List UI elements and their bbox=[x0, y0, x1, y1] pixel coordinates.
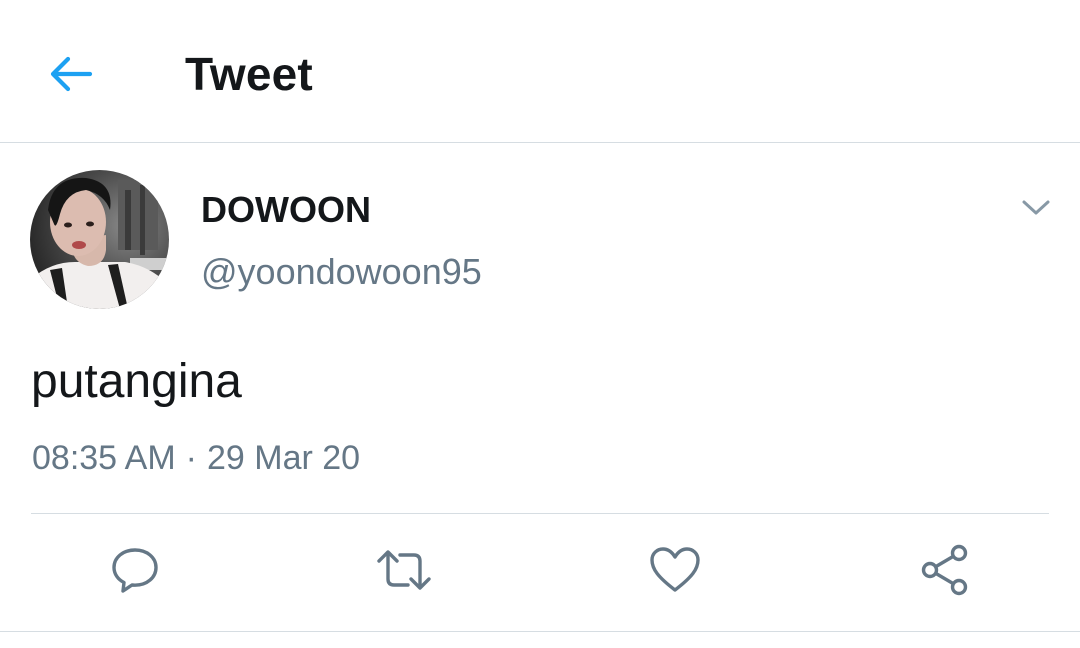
retweet-button[interactable] bbox=[374, 540, 434, 600]
author-display-name[interactable]: DOWOON bbox=[201, 188, 371, 232]
author-handle[interactable]: @yoondowoon95 bbox=[201, 250, 482, 294]
chevron-down-icon bbox=[1022, 200, 1050, 215]
back-button[interactable] bbox=[42, 46, 100, 102]
share-button[interactable] bbox=[915, 540, 975, 600]
timestamp-separator: · bbox=[185, 439, 197, 477]
divider bbox=[0, 631, 1080, 632]
page-title: Tweet bbox=[185, 48, 313, 100]
retweet-icon bbox=[377, 550, 431, 590]
tweet-timestamp: 08:35 AM · 29 Mar 20 bbox=[32, 436, 360, 480]
top-app-bar: Tweet bbox=[0, 0, 1080, 143]
tweet-text: putangina bbox=[31, 355, 242, 408]
reply-button[interactable] bbox=[105, 540, 165, 600]
arrow-left-icon bbox=[50, 56, 93, 92]
heart-icon bbox=[650, 547, 700, 592]
avatar[interactable] bbox=[30, 170, 169, 309]
reply-bubble-icon bbox=[112, 548, 158, 593]
tweet-options-button[interactable] bbox=[1014, 188, 1058, 228]
tweet-time: 08:35 AM bbox=[32, 439, 176, 477]
like-button[interactable] bbox=[645, 540, 705, 600]
share-icon bbox=[921, 544, 968, 596]
avatar-photo bbox=[30, 170, 169, 309]
tweet-detail-screen: Tweet DOWOON @yoondowoon95 putangina 08:… bbox=[0, 0, 1080, 648]
tweet-date: 29 Mar 20 bbox=[206, 439, 361, 477]
divider bbox=[31, 513, 1049, 514]
